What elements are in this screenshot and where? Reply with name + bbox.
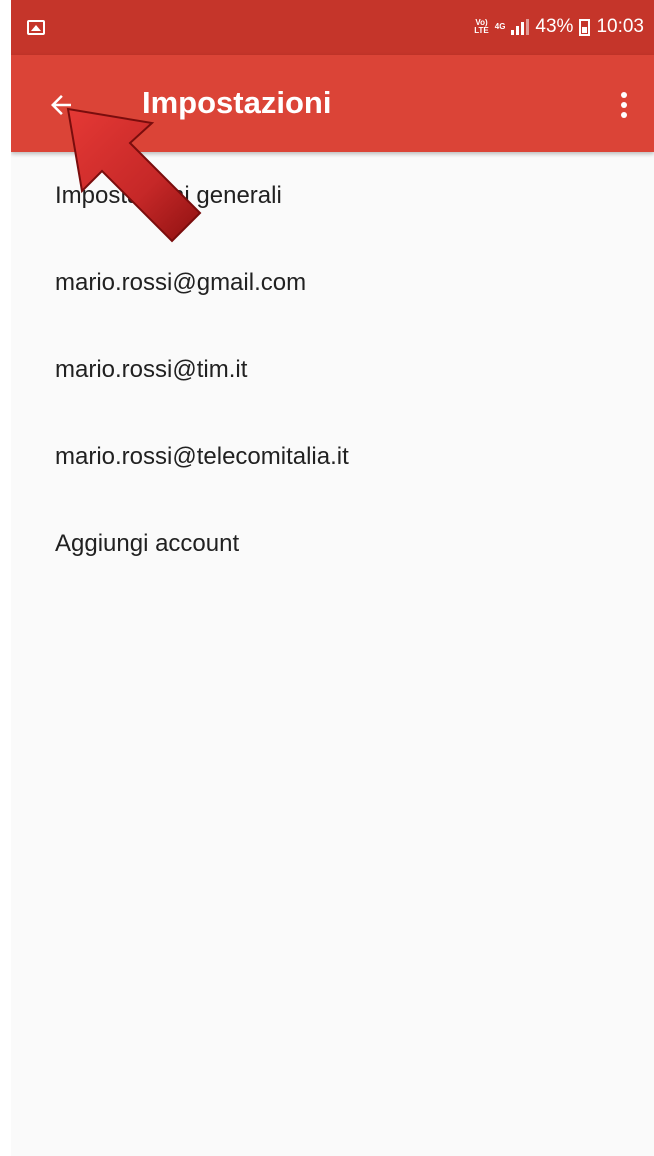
- page-title: Impostazioni: [142, 85, 332, 120]
- volte-icon: Vo) LTE: [474, 18, 489, 35]
- list-item-label: mario.rossi@telecomitalia.it: [55, 442, 349, 470]
- list-item-gmail-account[interactable]: mario.rossi@gmail.com: [11, 239, 654, 326]
- list-item-tim-account[interactable]: mario.rossi@tim.it: [11, 326, 654, 413]
- list-item-label: Aggiungi account: [55, 529, 240, 557]
- list-item-general-settings[interactable]: Impostazioni generali: [11, 152, 654, 239]
- more-options-button[interactable]: [604, 81, 644, 129]
- back-button[interactable]: [37, 81, 85, 129]
- list-item-telecomitalia-account[interactable]: mario.rossi@telecomitalia.it: [11, 413, 654, 500]
- list-item-label: mario.rossi@gmail.com: [55, 268, 307, 296]
- list-item-label: Impostazioni generali: [55, 181, 282, 209]
- 4g-icon: 4G: [494, 22, 506, 31]
- app-screen: Vo) LTE 4G 43% 10:03 Impostazioni Imposta…: [11, 0, 654, 1156]
- signal-icon: [511, 19, 530, 35]
- clock: 10:03: [596, 16, 644, 37]
- battery-icon: [579, 18, 591, 36]
- status-indicators: Vo) LTE 4G 43% 10:03: [474, 16, 644, 38]
- gallery-icon: [27, 20, 45, 35]
- app-toolbar: Impostazioni: [11, 55, 654, 152]
- list-item-add-account[interactable]: Aggiungi account: [11, 500, 654, 587]
- status-bar: Vo) LTE 4G 43% 10:03: [11, 0, 654, 55]
- more-vert-icon: [621, 92, 627, 98]
- battery-percent: 43%: [535, 16, 574, 37]
- list-item-label: mario.rossi@tim.it: [55, 355, 248, 383]
- settings-list: Impostazioni generali mario.rossi@gmail.…: [11, 152, 654, 587]
- arrow-left-icon: [51, 95, 71, 115]
